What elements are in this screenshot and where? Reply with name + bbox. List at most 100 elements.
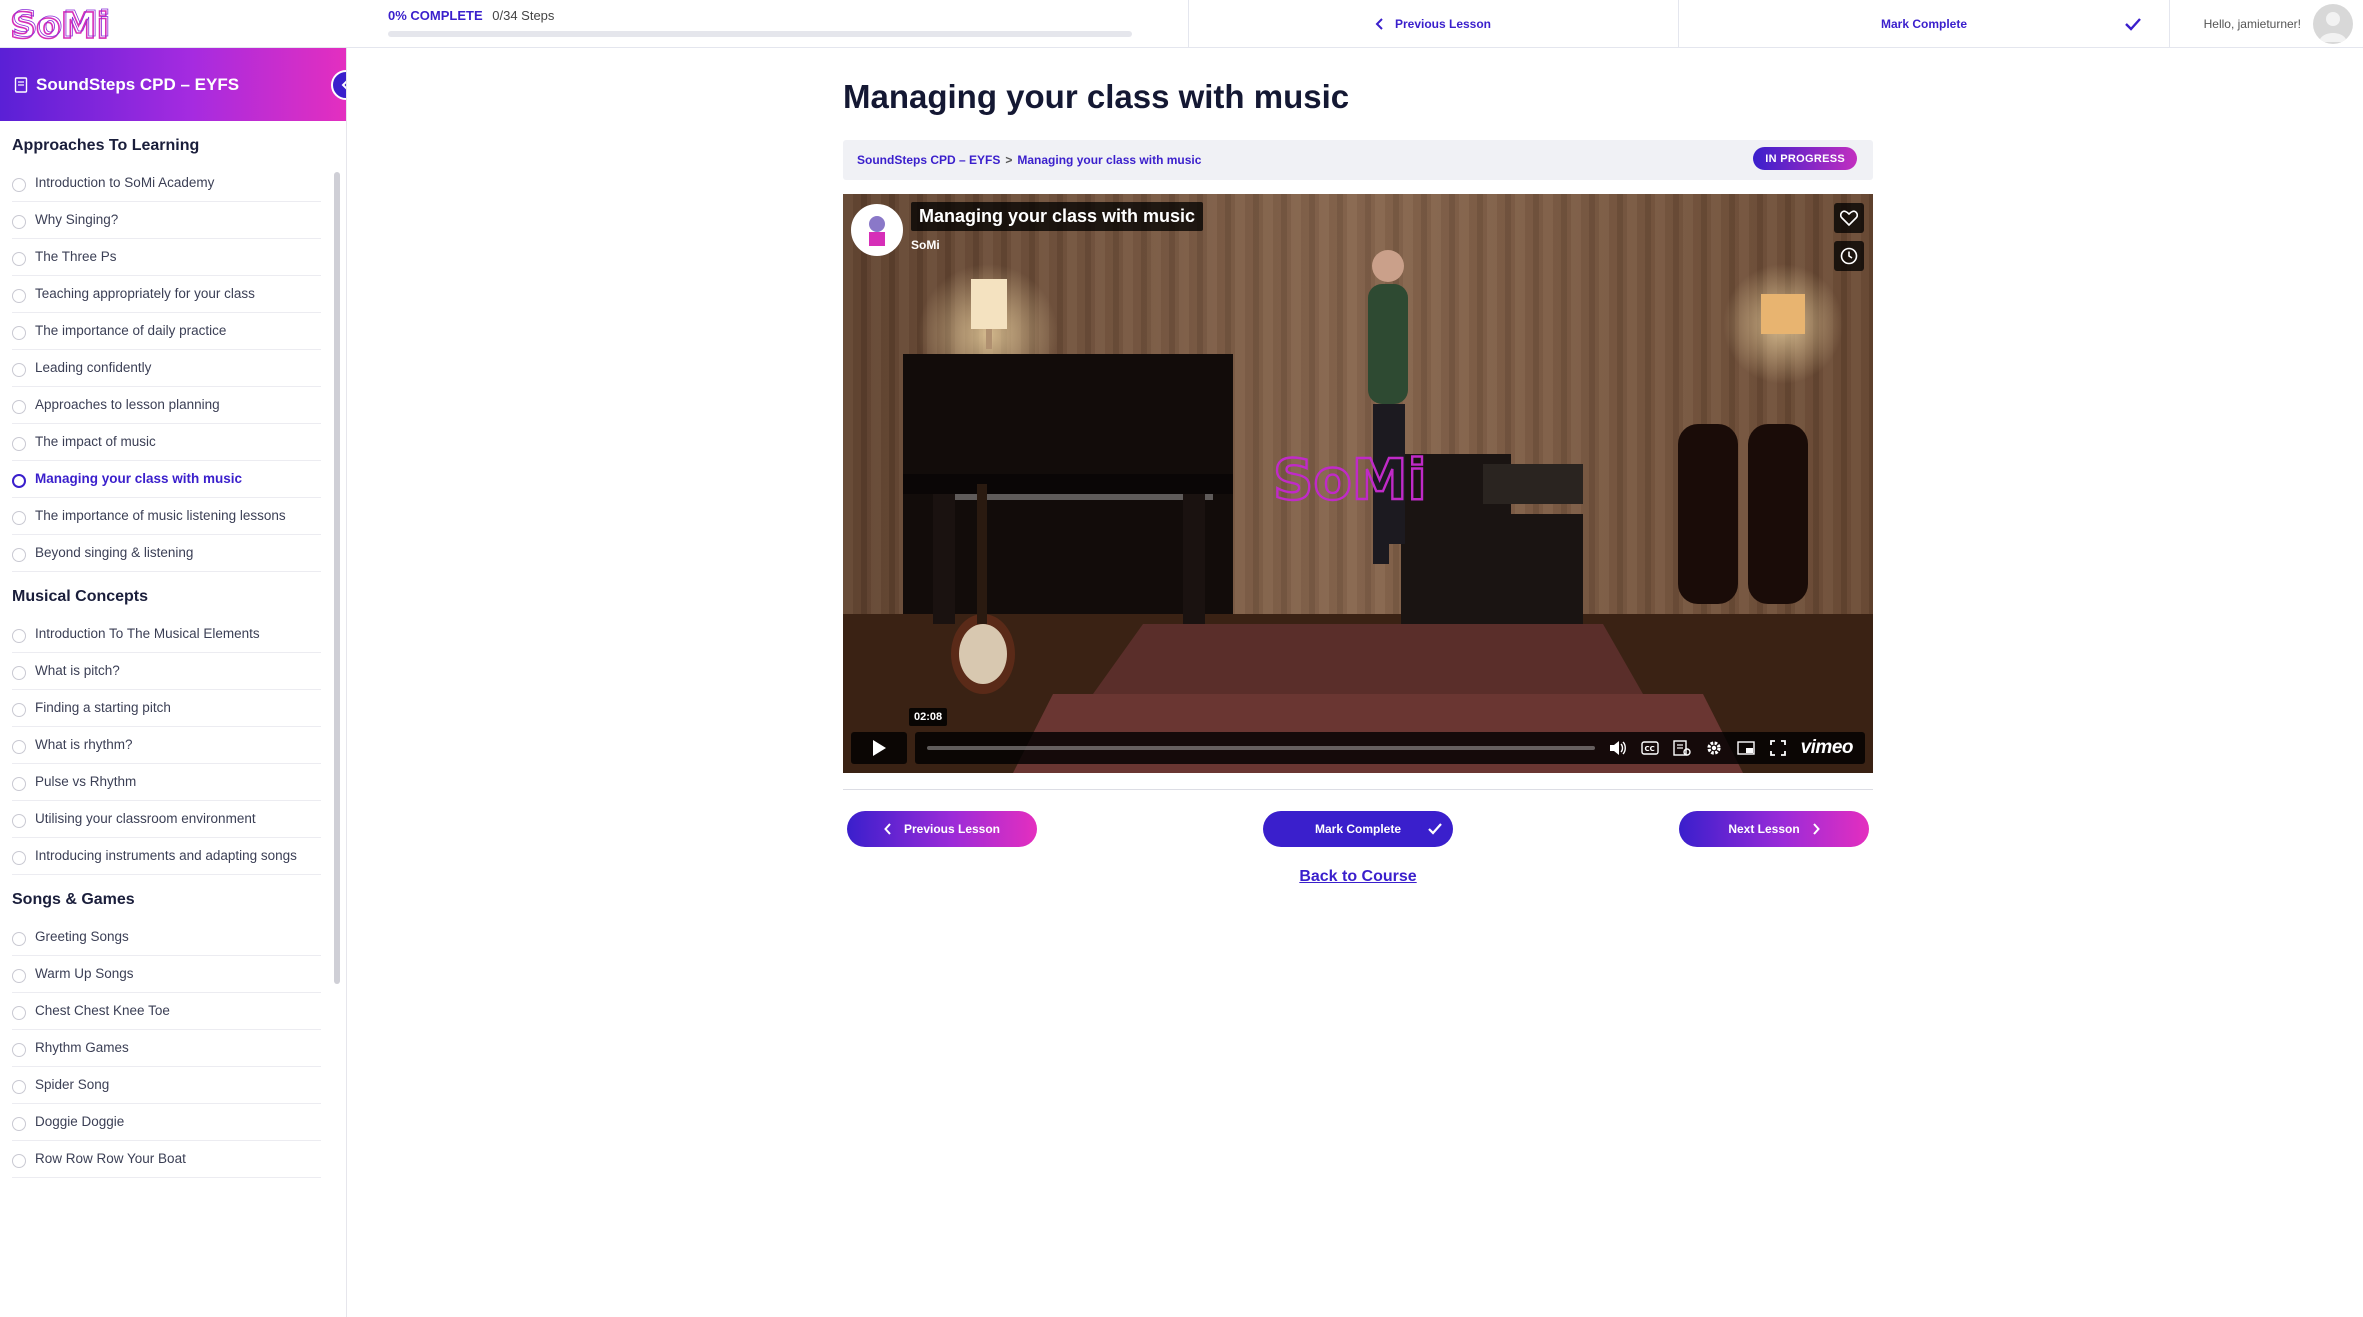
next-lesson-label: Next Lesson	[1728, 822, 1800, 836]
lesson-content: Managing your class with music SoundStep…	[843, 48, 1873, 885]
vimeo-logo[interactable]: vimeo	[1801, 737, 1854, 759]
lesson-item[interactable]: Introducing instruments and adapting son…	[12, 838, 321, 875]
fullscreen-icon[interactable]	[1769, 739, 1787, 757]
lesson-item[interactable]: Finding a starting pitch	[12, 690, 321, 727]
lesson-item[interactable]: Beyond singing & listening	[12, 535, 321, 572]
next-lesson-button[interactable]: Next Lesson	[1679, 811, 1869, 847]
somi-logo[interactable]: SoMi SoMi	[10, 4, 125, 44]
video-channel[interactable]: SoMi	[911, 238, 940, 252]
video-player[interactable]: SoMi Managing your class with music SoMi…	[843, 194, 1873, 773]
lesson-item[interactable]: Spider Song	[12, 1067, 321, 1104]
top-mark-complete-button[interactable]: Mark Complete	[1679, 0, 2169, 48]
captions-icon[interactable]: CC	[1640, 739, 1659, 757]
lesson-item[interactable]: Greeting Songs	[12, 919, 321, 956]
gear-icon[interactable]	[1705, 739, 1723, 757]
lesson-item[interactable]: Doggie Doggie	[12, 1104, 321, 1141]
top-previous-lesson-button[interactable]: Previous Lesson	[1188, 0, 1678, 48]
like-button[interactable]	[1834, 203, 1864, 233]
chevron-left-icon	[341, 80, 346, 90]
status-circle-icon	[12, 548, 26, 562]
lesson-label: The impact of music	[35, 434, 156, 449]
section-title[interactable]: Approaches To Learning	[12, 121, 321, 165]
status-circle-icon	[12, 252, 26, 266]
status-circle-icon	[12, 814, 26, 828]
lesson-item[interactable]: Introduction to SoMi Academy	[12, 165, 321, 202]
lesson-label: Utilising your classroom environment	[35, 811, 256, 826]
status-circle-icon	[12, 437, 26, 451]
lesson-item-current[interactable]: Managing your class with music	[12, 461, 321, 498]
lesson-item[interactable]: Chest Chest Knee Toe	[12, 993, 321, 1030]
status-circle-icon	[12, 1043, 26, 1057]
status-circle-icon	[12, 1006, 26, 1020]
lesson-item[interactable]: Pulse vs Rhythm	[12, 764, 321, 801]
picture-in-picture-icon[interactable]	[1736, 739, 1755, 757]
status-circle-icon	[12, 289, 26, 303]
lesson-item[interactable]: Introduction To The Musical Elements	[12, 616, 321, 653]
lesson-label: Leading confidently	[35, 360, 152, 375]
lesson-item[interactable]: The importance of music listening lesson…	[12, 498, 321, 535]
status-circle-icon	[12, 629, 26, 643]
check-circle	[1421, 815, 1449, 843]
video-progress-track[interactable]	[927, 746, 1595, 750]
section-songs-and-games: Songs & Games Greeting Songs Warm Up Son…	[0, 875, 333, 1178]
lesson-item[interactable]: Warm Up Songs	[12, 956, 321, 993]
progress-bar	[388, 31, 1132, 37]
section-musical-concepts: Musical Concepts Introduction To The Mus…	[0, 572, 333, 875]
avatar[interactable]	[2313, 4, 2353, 44]
top-mark-complete-label: Mark Complete	[1880, 17, 1968, 31]
section-title[interactable]: Musical Concepts	[12, 572, 321, 616]
lesson-item[interactable]: Leading confidently	[12, 350, 321, 387]
collapse-sidebar-button[interactable]	[331, 70, 346, 100]
status-circle-icon	[12, 511, 26, 525]
status-circle-icon	[12, 326, 26, 340]
back-to-course-link[interactable]: Back to Course	[1299, 868, 1416, 885]
watch-later-button[interactable]	[1834, 241, 1864, 271]
lesson-label: Beyond singing & listening	[35, 545, 194, 560]
status-circle-icon	[12, 1117, 26, 1131]
lesson-item[interactable]: The Three Ps	[12, 239, 321, 276]
video-title[interactable]: Managing your class with music	[911, 202, 1204, 231]
previous-lesson-button[interactable]: Previous Lesson	[847, 811, 1037, 847]
status-circle-icon	[12, 215, 26, 229]
course-title: SoundSteps CPD – EYFS	[36, 74, 240, 94]
lesson-label: Managing your class with music	[35, 471, 243, 486]
lesson-item[interactable]: Rhythm Games	[12, 1030, 321, 1067]
lesson-item[interactable]: The impact of music	[12, 424, 321, 461]
user-menu[interactable]: Hello, jamieturner!	[2170, 0, 2363, 48]
lesson-label: Warm Up Songs	[35, 966, 134, 981]
lesson-label: Introduction To The Musical Elements	[35, 626, 260, 641]
mark-complete-label: Mark Complete	[1314, 822, 1402, 836]
sidebar-scrollbar[interactable]	[334, 172, 340, 984]
lesson-item[interactable]: Utilising your classroom environment	[12, 801, 321, 838]
lesson-item[interactable]: Row Row Row Your Boat	[12, 1141, 321, 1178]
status-circle-icon	[12, 969, 26, 983]
lesson-item[interactable]: What is rhythm?	[12, 727, 321, 764]
course-progress: 0% COMPLETE 0/34 Steps	[388, 8, 1132, 37]
section-title[interactable]: Songs & Games	[12, 875, 321, 919]
status-circle-icon	[12, 777, 26, 791]
top-previous-lesson-label: Previous Lesson	[1394, 17, 1492, 31]
transcript-icon[interactable]	[1672, 739, 1691, 757]
lesson-item[interactable]: Teaching appropriately for your class	[12, 276, 321, 313]
section-approaches-to-learning: Approaches To Learning Introduction to S…	[0, 121, 333, 572]
lesson-item[interactable]: What is pitch?	[12, 653, 321, 690]
play-button[interactable]	[851, 732, 907, 764]
course-header[interactable]: SoundSteps CPD – EYFS	[0, 48, 346, 121]
breadcrumb-lesson-link[interactable]: Managing your class with music	[1017, 153, 1201, 167]
lesson-item[interactable]: Why Singing?	[12, 202, 321, 239]
mark-complete-button[interactable]: Mark Complete	[1263, 811, 1453, 847]
clock-icon	[1840, 247, 1858, 265]
lesson-item[interactable]: The importance of daily practice	[12, 313, 321, 350]
breadcrumb-course-link[interactable]: SoundSteps CPD – EYFS	[857, 153, 1000, 167]
channel-avatar[interactable]	[851, 204, 903, 256]
lesson-item[interactable]: Approaches to lesson planning	[12, 387, 321, 424]
page-title: Managing your class with music	[843, 78, 1350, 115]
video-timestamp: 02:08	[909, 708, 948, 726]
chevron-left-icon	[1375, 18, 1383, 30]
progress-steps: 0/34 Steps	[492, 8, 555, 23]
lesson-label: The Three Ps	[35, 249, 117, 264]
watermark-logo: SoMi	[1273, 448, 1427, 513]
chevron-right-icon	[1812, 823, 1820, 835]
volume-icon[interactable]	[1609, 739, 1627, 757]
previous-lesson-label: Previous Lesson	[903, 822, 1001, 836]
